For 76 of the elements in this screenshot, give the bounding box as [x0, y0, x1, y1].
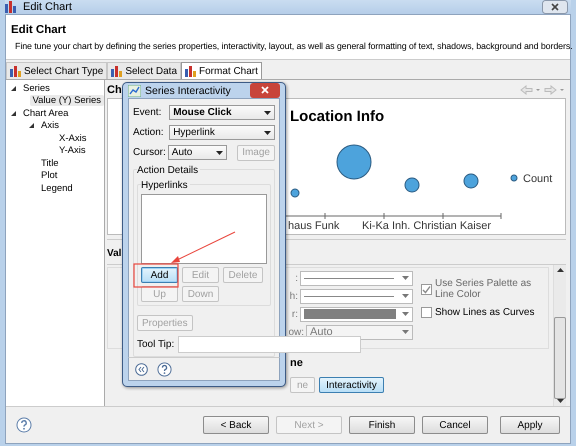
tree-item[interactable]: Legend — [38, 182, 76, 194]
help-icon[interactable] — [16, 417, 32, 433]
field-label: Event: — [133, 107, 162, 118]
format-button[interactable]: Interactivity — [319, 377, 384, 393]
collapse-icon[interactable] — [135, 362, 148, 376]
field-label: : — [295, 272, 298, 284]
section-heading: Ch — [107, 84, 122, 96]
tree-item[interactable]: X-Axis — [56, 132, 90, 144]
field-label: Tool Tip: — [137, 339, 174, 350]
dialog-title: Series Interactivity — [145, 84, 231, 96]
dropdown[interactable]: Mouse Click — [169, 105, 275, 120]
group-label: Action Details — [137, 165, 200, 176]
header-description: Fine tune your chart by defining the series properties, interactivity, layout, as well as general formatting of text, shadows, background and borders. — [14, 40, 573, 50]
tree-item[interactable]: Series — [20, 82, 53, 94]
bar-chart-icon — [111, 66, 122, 76]
field-label: ow: — [288, 326, 304, 338]
chart-icon — [128, 84, 141, 96]
style-dropdown[interactable] — [300, 270, 413, 286]
caret-icon — [264, 110, 271, 114]
app-icon — [5, 1, 18, 13]
tab[interactable]: Select Chart Type — [6, 62, 108, 79]
bubble — [290, 188, 300, 198]
hyperlinks-list[interactable] — [141, 194, 267, 264]
tree-item[interactable]: Plot — [38, 170, 60, 182]
field-label: h: — [290, 290, 298, 302]
style-dropdown[interactable] — [300, 306, 413, 322]
wizard-button[interactable]: < Back — [203, 416, 269, 434]
window-title: Edit Chart — [23, 1, 72, 13]
field-label: Action: — [133, 127, 165, 138]
header-title: Edit Chart — [11, 24, 67, 36]
highlight-frame — [133, 263, 179, 288]
tooltip-field[interactable] — [178, 336, 362, 353]
close-icon[interactable] — [250, 83, 280, 98]
bubble — [404, 178, 420, 192]
field-label: Cursor: — [133, 147, 166, 158]
wizard-button[interactable]: Cancel — [422, 416, 488, 434]
chart-title: Location Info — [290, 108, 384, 125]
group-label: Hyperlinks — [141, 180, 190, 191]
caret-icon — [264, 130, 271, 134]
axis-label: Ki-Ka Inh. Christian Kaiser — [362, 220, 491, 232]
axis-label: haus Funk — [288, 220, 340, 232]
wizard-button[interactable]: Apply — [500, 416, 560, 434]
checkbox[interactable]: Show Lines as Curves — [421, 307, 548, 318]
tab[interactable]: Select Data — [107, 62, 182, 79]
section-heading: ne — [290, 357, 303, 369]
section-heading: Val — [107, 248, 122, 258]
bubble — [336, 144, 372, 180]
caret-icon — [402, 330, 409, 334]
dropdown[interactable]: Auto — [168, 145, 228, 160]
bubble — [464, 174, 478, 188]
caret-icon — [216, 150, 224, 154]
pointer-arrow — [171, 232, 236, 263]
tree-item[interactable]: Axis — [38, 120, 62, 132]
checkmark-icon — [422, 284, 431, 294]
scroll-up-icon[interactable] — [556, 268, 564, 272]
style-dropdown[interactable]: Auto — [306, 324, 413, 340]
scrollbar[interactable] — [553, 265, 566, 406]
field-label: r: — [292, 308, 298, 320]
caret-icon — [402, 294, 409, 298]
caret-icon — [402, 312, 409, 316]
tree-item[interactable]: Value (Y) Series — [30, 95, 104, 106]
caret-icon — [402, 276, 409, 280]
style-dropdown[interactable] — [300, 288, 413, 304]
close-icon[interactable] — [542, 0, 568, 14]
tab[interactable]: Format Chart — [181, 62, 262, 79]
bar-chart-icon — [185, 66, 196, 76]
help-icon[interactable] — [157, 362, 172, 376]
tree-item[interactable]: Title — [38, 158, 62, 169]
bar-chart-icon — [10, 66, 21, 76]
list-button[interactable]: Add — [141, 267, 178, 283]
legend-label: Count — [523, 173, 552, 185]
tree-item[interactable]: Y-Axis — [56, 145, 89, 156]
tree-item[interactable]: Chart Area — [20, 108, 72, 119]
legend-marker — [510, 174, 518, 182]
wizard-button[interactable]: Finish — [349, 416, 415, 434]
dropdown[interactable]: Hyperlink — [169, 125, 275, 140]
